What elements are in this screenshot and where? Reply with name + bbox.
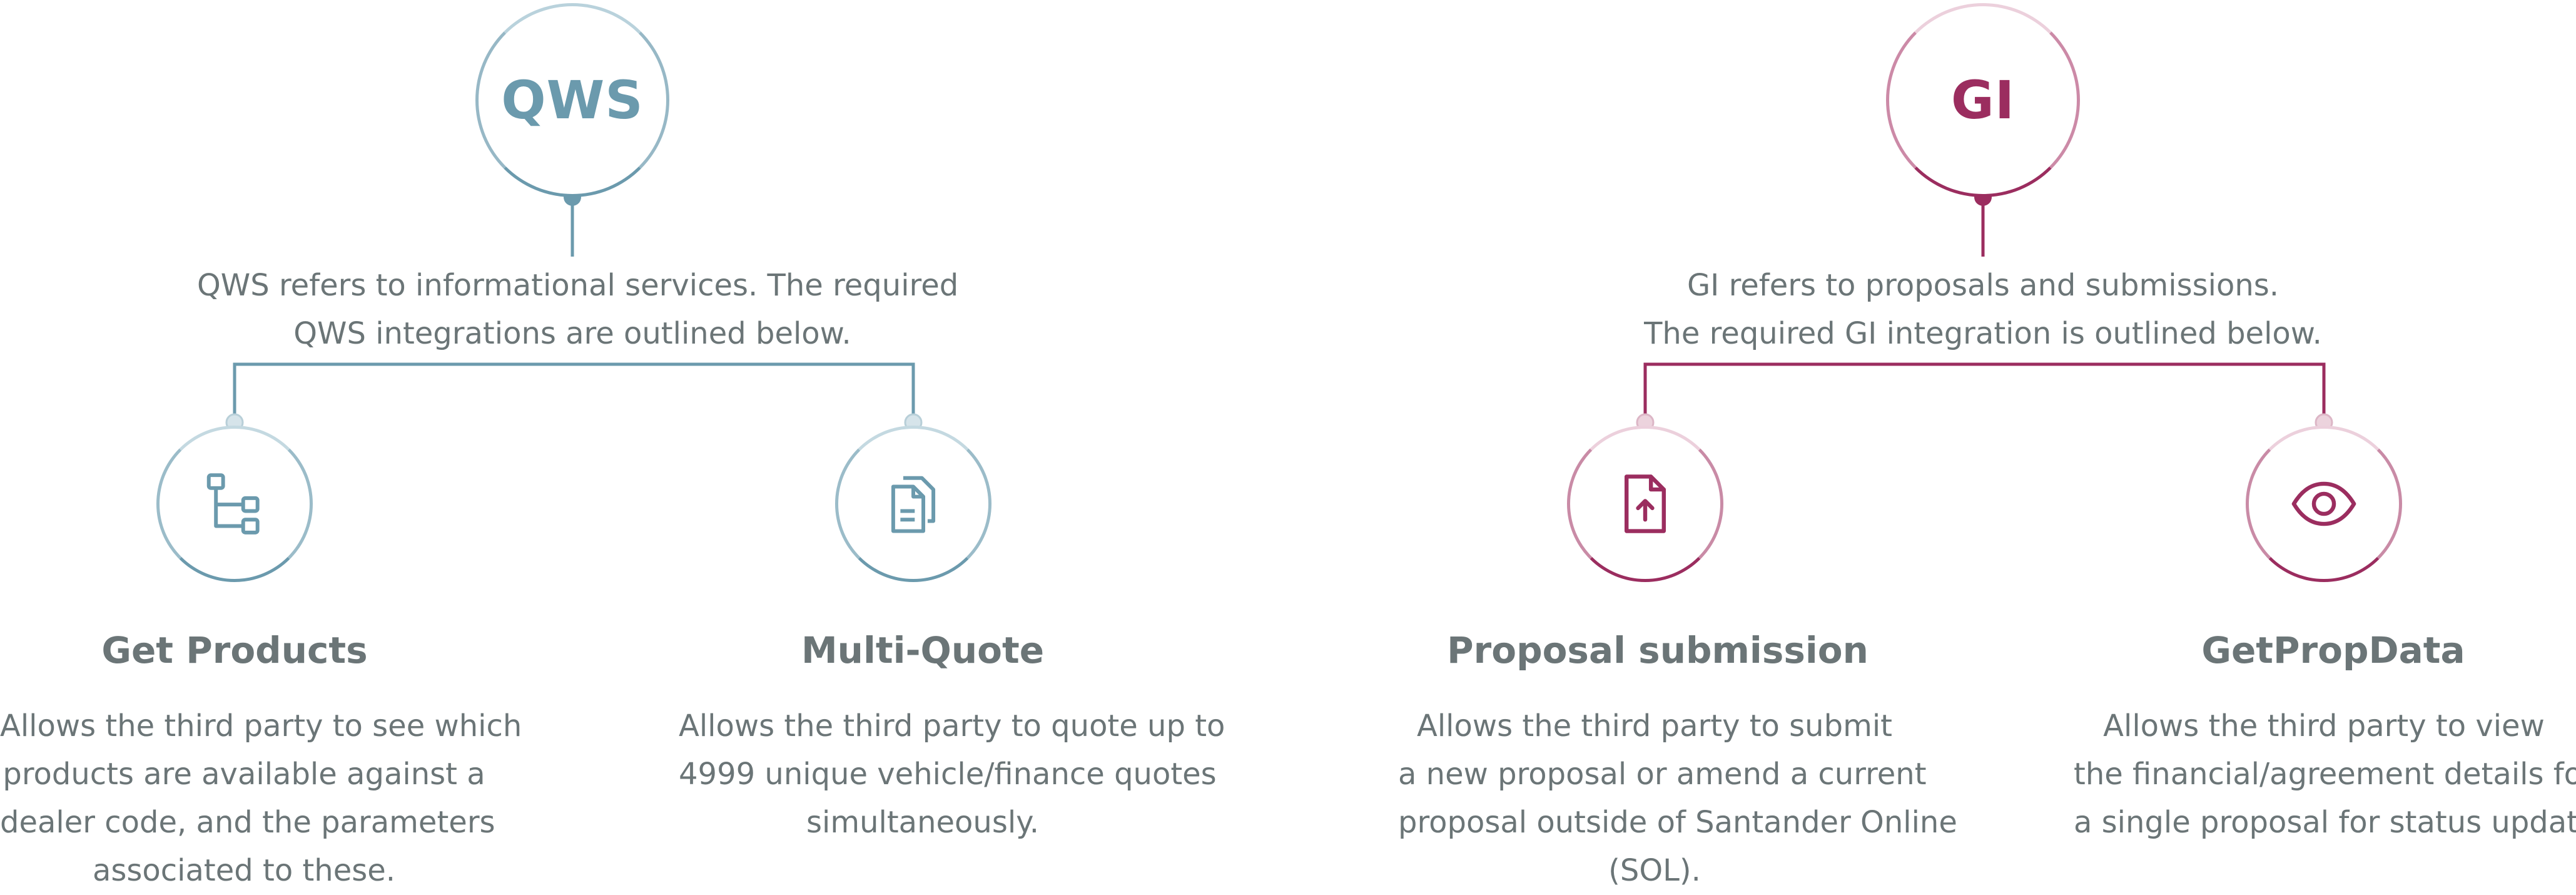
gi-circle: GI	[1886, 3, 2080, 197]
get-products-circle	[156, 426, 313, 582]
gi-acronym: GI	[1950, 69, 2016, 131]
file-upload-icon	[1625, 474, 1666, 533]
get-products-description: Allows the third party to see which prod…	[0, 708, 522, 888]
getpropdata-circle	[2246, 426, 2402, 582]
gi-branch	[1643, 362, 2326, 422]
get-products-title: Get Products	[101, 629, 368, 672]
eye-icon	[2291, 481, 2356, 526]
proposal-submission-description: Allows the third party to submit a new p…	[1398, 708, 1957, 888]
documents-icon	[891, 476, 936, 533]
multi-quote-description: Allows the third party to quote up to 49…	[679, 708, 1225, 840]
multi-quote-title: Multi-Quote	[801, 629, 1045, 672]
qws-acronym: QWS	[501, 69, 644, 131]
qws-circle: QWS	[475, 3, 669, 197]
proposal-submission-title: Proposal submission	[1447, 629, 1869, 672]
hierarchy-icon	[206, 473, 260, 534]
gi-description: GI refers to proposals and submissions. …	[1644, 268, 2322, 351]
getpropdata-description: Allows the third party to view the finan…	[2074, 708, 2576, 840]
proposal-submission-circle	[1567, 426, 1723, 582]
getpropdata-title: GetPropData	[2201, 629, 2465, 672]
integration-diagram: QWS QWS refers to informational services…	[0, 0, 2576, 891]
multi-quote-circle	[835, 426, 991, 582]
qws-description: QWS refers to informational services. Th…	[197, 268, 959, 351]
qws-branch	[233, 362, 915, 422]
